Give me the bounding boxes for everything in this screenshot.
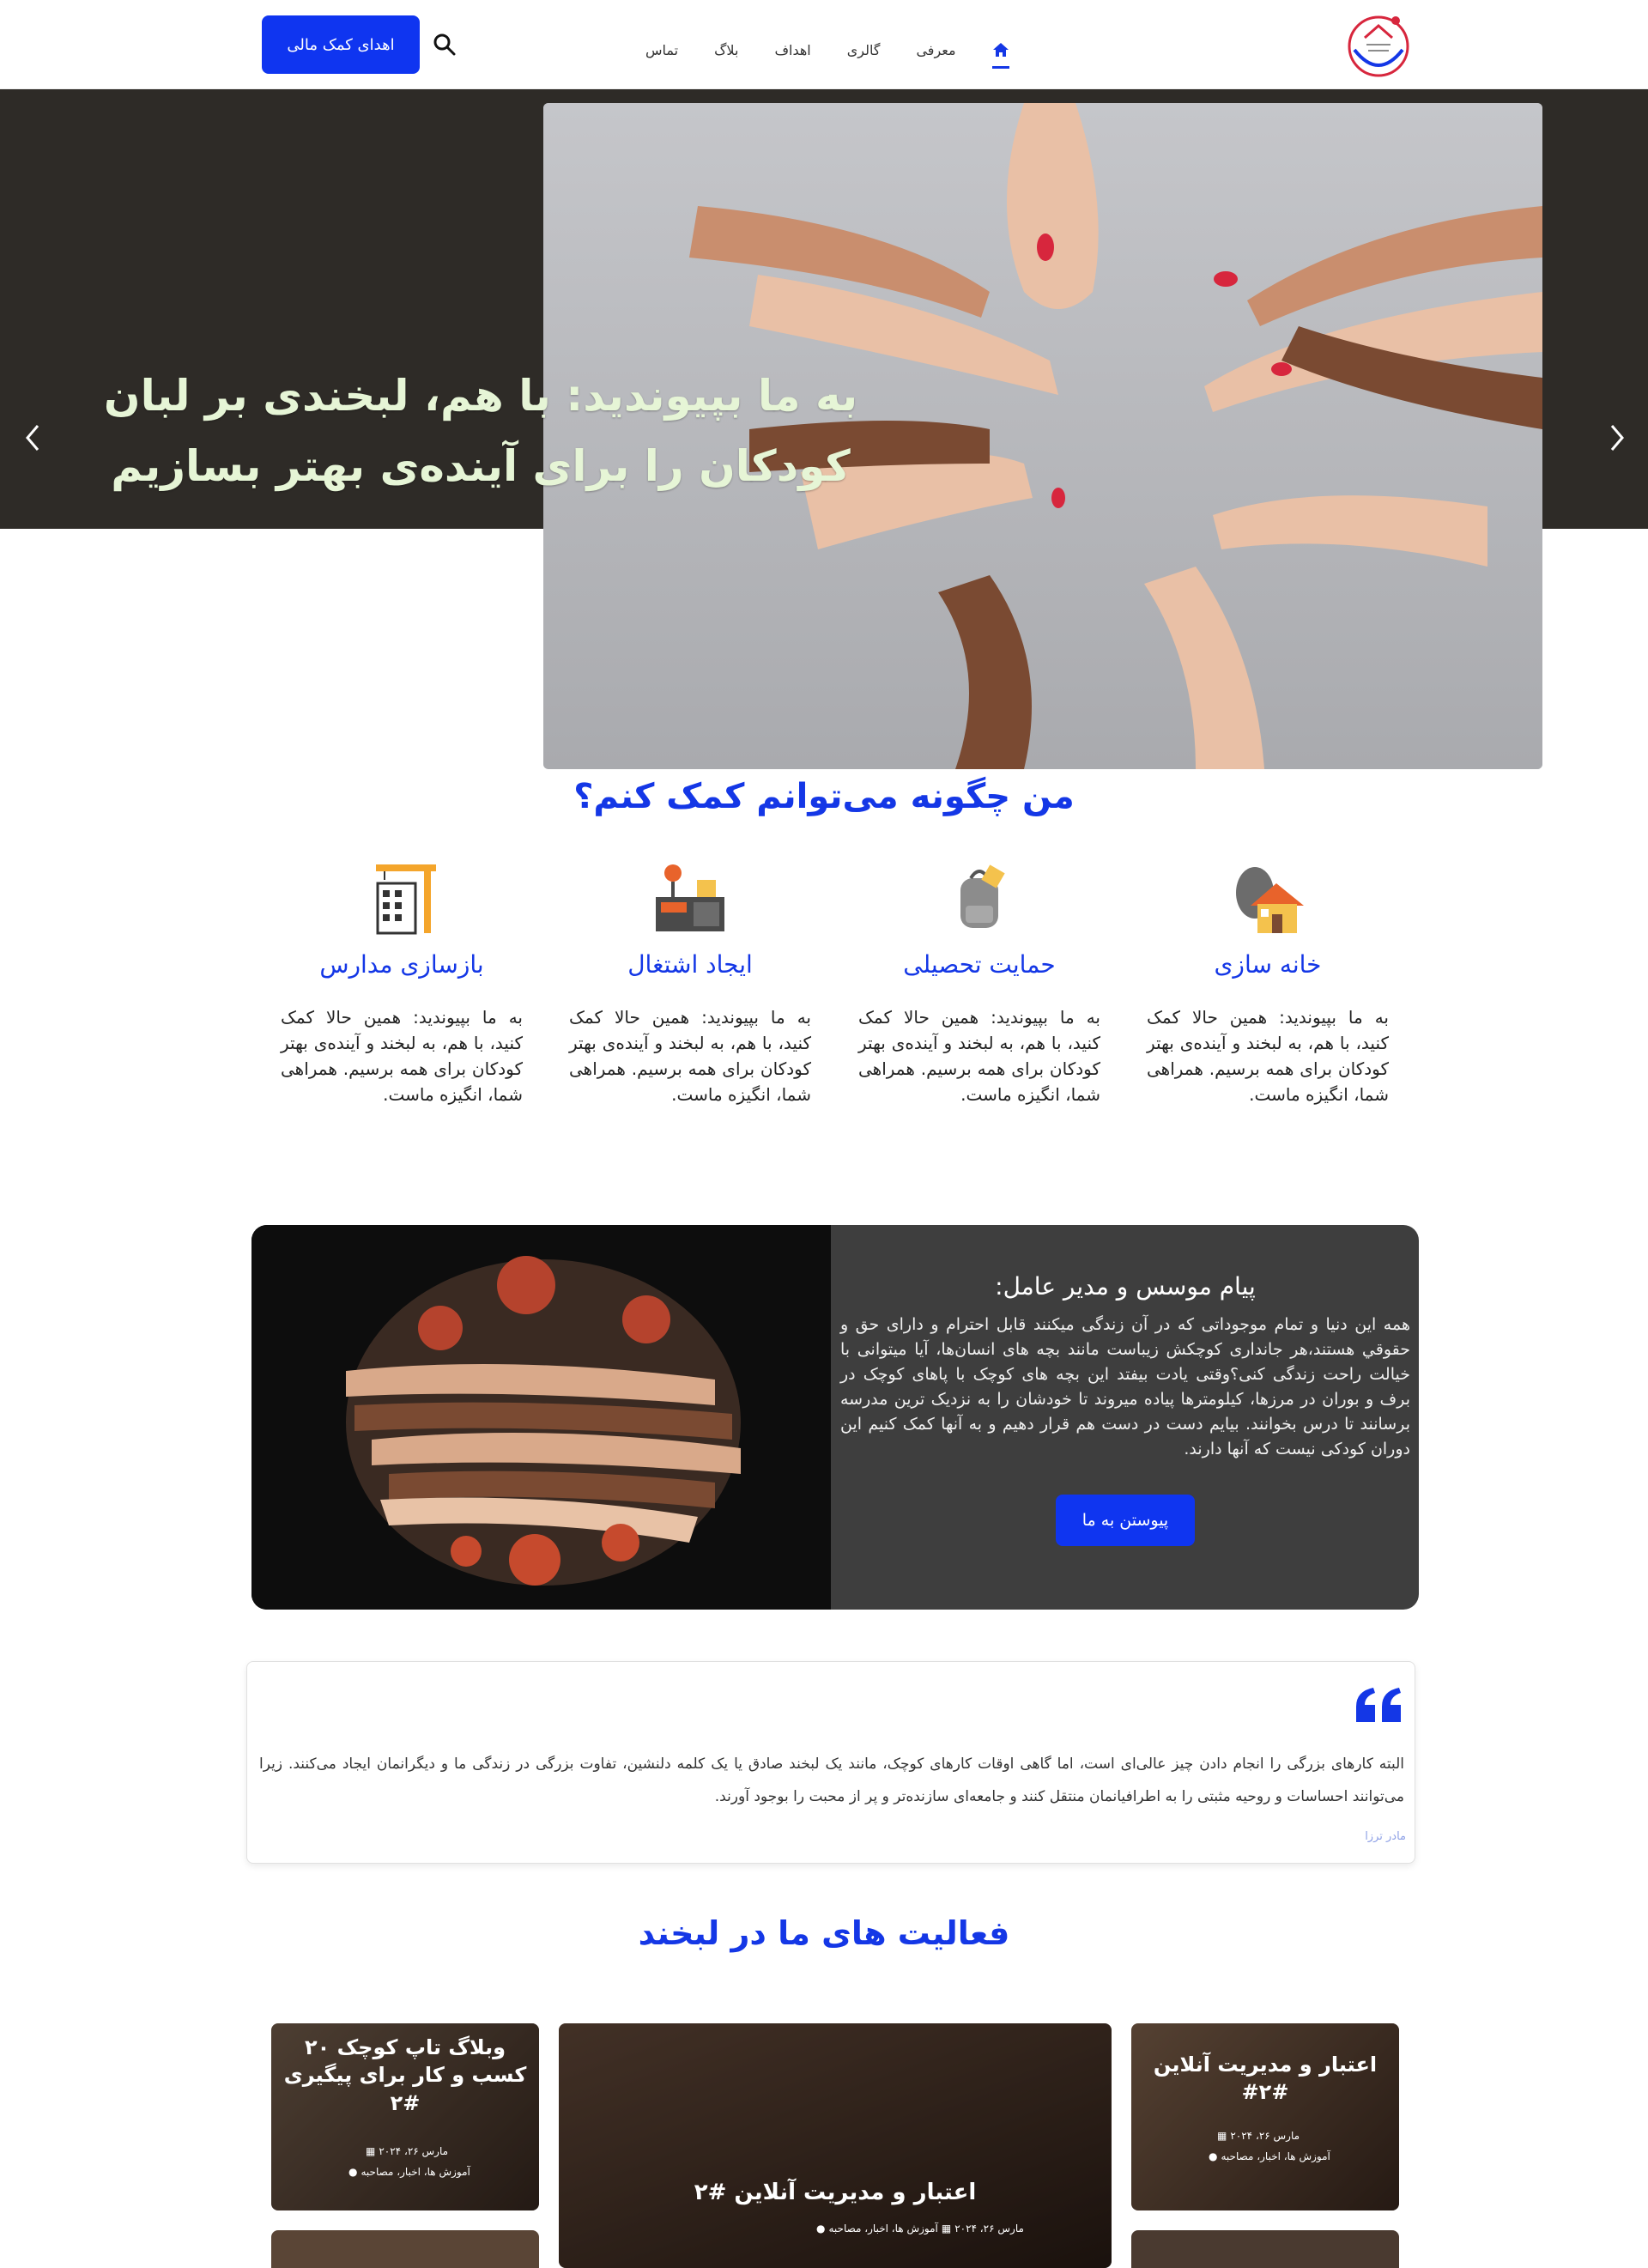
card-tags: آموزش ها، اخبار، مصاحبه ● <box>1209 2150 1330 2162</box>
workshop-icon <box>647 854 733 940</box>
folder-icon: ● <box>816 2223 826 2235</box>
founder-message-title: پیام موسس و مدیر عامل: <box>995 1272 1256 1301</box>
slider-next-button[interactable] <box>1602 412 1633 464</box>
calendar-icon: ▦ <box>366 2145 376 2157</box>
help-item-schools: بازسازی مدارس به ما بپیوندید: همین حالا … <box>281 854 523 1107</box>
help-section-title: من چگونه می‌توانم کمک کنم؟ <box>573 777 1075 816</box>
folder-icon: ● <box>348 2166 358 2178</box>
hero-title-line-2: کودکان را برای آینده‌ی بهتر بسازیم <box>111 441 851 491</box>
founder-message-text: همه این دنیا و تمام موجوداتی که در آن زن… <box>840 1315 1410 1458</box>
nav-home[interactable] <box>991 33 1011 69</box>
site-header: تماس بلاگ اهداف گالری معرفی اهدای کمک ما… <box>0 0 1648 89</box>
calendar-icon: ▦ <box>941 2223 952 2235</box>
quote-text: البته کارهای بزرگی را انجام دادن چیز عال… <box>259 1756 1404 1805</box>
join-us-button[interactable]: پیوستن به ما <box>1056 1495 1195 1546</box>
activity-card-partial[interactable] <box>1131 2230 1399 2268</box>
activity-card-featured[interactable]: اعتبار و مدیریت آنلاین #۲ مارس ۲۶، ۲۰۲۴ ▦… <box>559 2023 1112 2268</box>
activity-card[interactable]: وبلاگ تاپ کوچک ۲۰ کسب و کار برای پیگیری … <box>271 2023 539 2210</box>
card-date: مارس ۲۶، ۲۰۲۴ ▦ <box>1217 2130 1300 2142</box>
search-icon <box>433 33 456 56</box>
card-title: اعتبار و مدیریت آنلاین #۲ <box>694 2180 977 2205</box>
home-icon <box>992 43 1009 57</box>
hands-circle-image <box>251 1225 831 1610</box>
nav-blog[interactable]: بلاگ <box>712 39 740 62</box>
site-logo[interactable] <box>1342 12 1415 77</box>
main-nav: تماس بلاگ اهداف گالری معرفی <box>644 24 1011 76</box>
help-item-title: ایجاد اشتغال <box>627 950 753 979</box>
nav-about[interactable]: معرفی <box>914 39 957 62</box>
help-item-text: به ما بپیوندید: همین حالا کمک کنید، با ه… <box>1147 1007 1389 1105</box>
hero-title-line-1: به ما بپیوندید: با هم، لبخندی بر لبان <box>103 371 858 421</box>
calendar-icon: ▦ <box>1217 2130 1227 2142</box>
founder-message-content: پیام موسس و مدیر عامل: همه این دنیا و تم… <box>840 1272 1410 1546</box>
folder-icon: ● <box>1209 2150 1218 2162</box>
card-meta: مارس ۲۶، ۲۰۲۴ ▦ آموزش ها، اخبار، مصاحبه ● <box>816 2223 1024 2235</box>
activities-title: فعالیت های ما در لبخند <box>638 1914 1010 1952</box>
card-tags: آموزش ها، اخبار، مصاحبه ● <box>348 2166 470 2178</box>
help-item-title: بازسازی مدارس <box>319 950 484 979</box>
activity-card[interactable]: اعتبار و مدیریت آنلاین #۲# مارس ۲۶، ۲۰۲۴… <box>1131 2023 1399 2210</box>
quote-box: البته کارهای بزرگی را انجام دادن چیز عال… <box>246 1661 1415 1864</box>
nav-gallery[interactable]: گالری <box>845 39 882 62</box>
quote-icon <box>1354 1684 1403 1725</box>
house-icon <box>1225 854 1311 940</box>
help-item-text: به ما بپیوندید: همین حالا کمک کنید، با ه… <box>569 1007 811 1105</box>
quote-author: مادر ترزا <box>1365 1830 1406 1843</box>
help-item-text: به ما بپیوندید: همین حالا کمک کنید، با ه… <box>281 1007 523 1105</box>
hero-title: به ما بپیوندید: با هم، لبخندی بر لبان کو… <box>94 361 867 501</box>
card-date: مارس ۲۶، ۲۰۲۴ ▦ <box>366 2145 449 2157</box>
help-item-housing: خانه سازی به ما بپیوندید: همین حالا کمک … <box>1147 854 1389 1107</box>
backpack-icon <box>936 854 1022 940</box>
chevron-right-icon <box>1610 425 1624 451</box>
help-item-text: به ما بپیوندید: همین حالا کمک کنید، با ه… <box>858 1007 1100 1105</box>
activity-card-partial[interactable] <box>271 2230 539 2268</box>
help-item-education: حمایت تحصیلی به ما بپیوندید: همین حالا ک… <box>858 854 1100 1107</box>
nav-contact[interactable]: تماس <box>644 39 680 62</box>
help-item-title: حمایت تحصیلی <box>903 950 1056 979</box>
slider-prev-button[interactable] <box>17 412 48 464</box>
donate-button[interactable]: اهدای کمک مالی <box>262 15 420 74</box>
help-item-title: خانه سازی <box>1214 950 1322 979</box>
construction-icon <box>359 854 445 940</box>
founder-message: پیام موسس و مدیر عامل: همه این دنیا و تم… <box>251 1225 1419 1610</box>
help-item-employment: ایجاد اشتغال به ما بپیوندید: همین حالا ک… <box>569 854 811 1107</box>
nav-goals[interactable]: اهداف <box>772 39 812 62</box>
card-title: وبلاگ تاپ کوچک ۲۰ کسب و کار برای پیگیری … <box>283 2035 527 2115</box>
search-button[interactable] <box>429 29 460 60</box>
card-title: اعتبار و مدیریت آنلاین #۲# <box>1153 2053 1378 2105</box>
chevron-left-icon <box>26 425 39 451</box>
